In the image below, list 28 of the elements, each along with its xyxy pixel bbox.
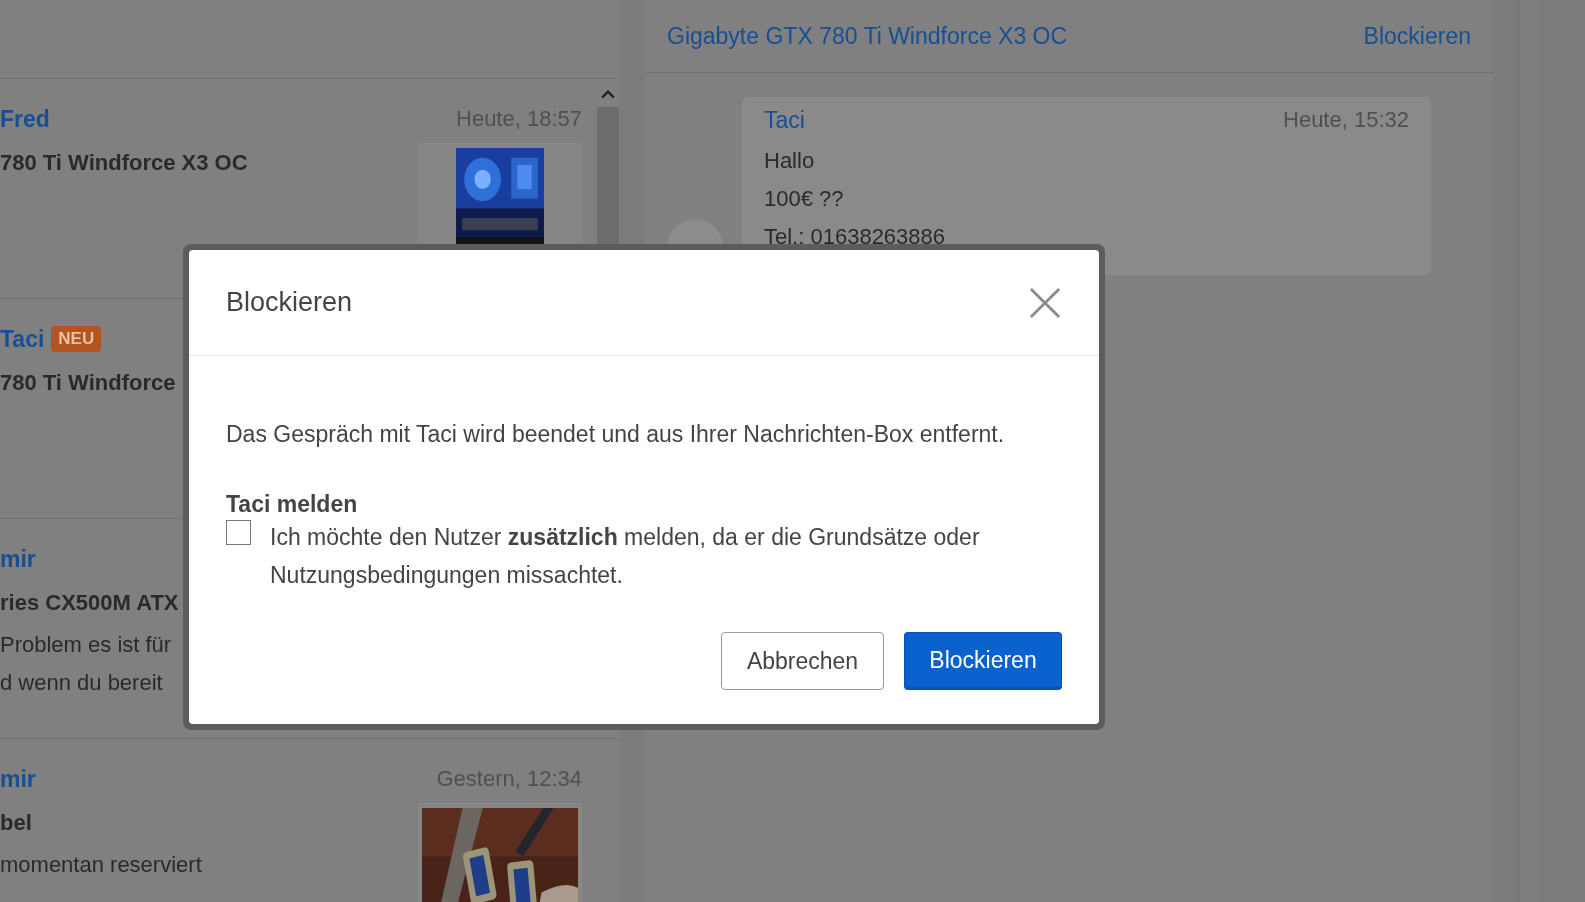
message-preview: Problem es ist für [0, 631, 173, 659]
report-checkbox[interactable] [226, 520, 251, 545]
sender-name[interactable]: Taci [0, 325, 45, 353]
block-link[interactable]: Blockieren [1363, 22, 1471, 50]
sender-name[interactable]: mir [0, 545, 36, 573]
listing-title: 780 Ti Windforce [0, 370, 177, 396]
message-preview: d wenn du bereit [0, 669, 164, 697]
sender-name[interactable]: mir [0, 765, 36, 793]
listing-title: ries CX500M ATX [0, 590, 180, 616]
message-text: Hallo [764, 147, 816, 175]
cancel-button[interactable]: Abbrechen [721, 632, 884, 690]
block-button[interactable]: Blockieren [904, 632, 1062, 690]
timestamp: Heute, 15:32 [1283, 107, 1409, 134]
listing-link[interactable]: Gigabyte GTX 780 Ti Windforce X3 OC [667, 22, 1068, 50]
sender-name[interactable]: Taci [764, 107, 805, 134]
scroll-up-icon[interactable] [601, 89, 615, 99]
close-icon[interactable] [1029, 286, 1061, 319]
new-badge: NEU [51, 326, 102, 352]
dialog-title: Blockieren [226, 287, 353, 318]
listing-title: bel [0, 810, 33, 836]
message-text: Tel.: 01638263886 [764, 223, 947, 251]
sender-name[interactable]: Fred [0, 105, 50, 133]
checkbox-label: Ich möchte den Nutzer zusätzlich melden, da er die Grundsätze oder Nutzungsbedingungen missachtet. [270, 523, 981, 590]
message-text: 100€ ?? [764, 185, 845, 213]
report-heading: Taci melden [226, 490, 359, 518]
listing-title: 780 Ti Windforce X3 OC [0, 150, 249, 176]
message-preview: momentan reserviert [0, 851, 203, 879]
dialog-message: Das Gespräch mit Taci wird beendet und aus Ihrer Nachrichten-Box entfernt. [226, 420, 1006, 449]
